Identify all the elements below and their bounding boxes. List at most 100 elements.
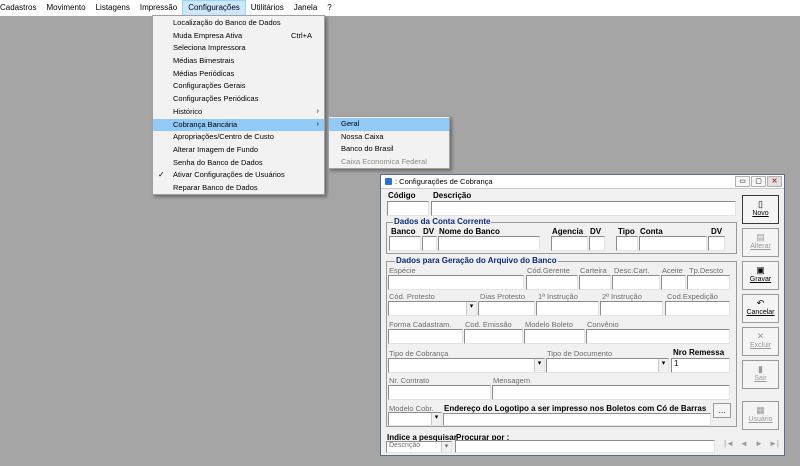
menu-item-cobranca-bancaria[interactable]: Cobrança Bancária › [153, 118, 324, 132]
convenio-label: Convênio [587, 320, 619, 329]
menu-cadastros[interactable]: Cadastros [0, 0, 41, 16]
menu-janela[interactable]: Janela [289, 0, 323, 16]
menu-item-medias-bimestrais[interactable]: Médias Bimestrais [153, 55, 324, 68]
submenu-item-banco-brasil[interactable]: Banco do Brasil [329, 143, 449, 156]
dv-banco-field[interactable] [422, 236, 437, 251]
cod-emissao-field[interactable] [464, 329, 523, 344]
configuracoes-dropdown: Localização do Banco de Dados Muda Empre… [152, 15, 325, 195]
cobranca-window: : Configurações de Cobrança ▭ ▢ ✕ Código… [380, 174, 785, 456]
desc-cart-field[interactable] [612, 275, 660, 290]
last-record-icon[interactable]: ►| [767, 438, 781, 450]
tp-descto-field[interactable] [687, 275, 730, 290]
prev-record-icon[interactable]: ◄ [737, 438, 751, 450]
codigo-field[interactable] [387, 201, 429, 216]
menu-utilitarios[interactable]: Utilitários [246, 0, 289, 16]
modelo-boleto-field[interactable] [524, 329, 585, 344]
descricao-field[interactable] [431, 201, 736, 216]
submenu-item-caixa-federal[interactable]: Caixa Economica Federal [329, 156, 449, 169]
menu-listagens[interactable]: Listagens [91, 0, 135, 16]
tp-descto-label: Tp.Descto [689, 266, 724, 275]
menu-movimento[interactable]: Movimento [41, 0, 90, 16]
cod-expedicao-field[interactable] [665, 301, 730, 316]
maximize-button[interactable]: ▢ [751, 176, 766, 187]
dias-protesto-label: Dias Protesto [480, 292, 526, 301]
menu-impressao[interactable]: Impressão [135, 0, 182, 16]
menu-item-config-periodicas[interactable]: Configurações Periódicas [153, 93, 324, 106]
menu-item-historico[interactable]: Histórico › [153, 106, 324, 119]
first-record-icon[interactable]: |◄ [722, 438, 736, 450]
undo-icon: ↶ [756, 298, 765, 308]
instrucao2-field[interactable] [600, 301, 663, 316]
usuario-button[interactable]: ▦ Usuário [742, 401, 779, 430]
banco-label: Banco [391, 227, 416, 236]
excluir-button[interactable]: ✕ Excluir [742, 327, 779, 356]
menu-item-label: Apropriações/Centro de Custo [173, 132, 274, 142]
indice-select[interactable]: Descrição [386, 441, 452, 453]
forma-cadastram-field[interactable] [388, 329, 463, 344]
sair-button[interactable]: ▮ Sair [742, 360, 779, 389]
cod-protesto-label: Cód. Protesto [389, 292, 435, 301]
logotipo-field[interactable] [443, 413, 711, 426]
procurar-field[interactable] [455, 440, 715, 453]
aceite-field[interactable] [661, 275, 686, 290]
arquivo-banco-heading: Dados para Geração do Arquivo do Banco [395, 256, 558, 265]
sair-label: Sair [754, 375, 767, 382]
gravar-button[interactable]: ▣ Gravar [742, 261, 779, 290]
dv-conta-field[interactable] [708, 236, 725, 251]
especie-field[interactable] [388, 275, 524, 290]
tipo-field[interactable] [616, 236, 638, 251]
cancelar-button[interactable]: ↶ Cancelar [742, 294, 779, 323]
title-bar: : Configurações de Cobrança ▭ ▢ ✕ [381, 175, 784, 189]
novo-button[interactable]: ▯ Novo [742, 195, 779, 224]
mensagem-field[interactable] [492, 385, 730, 400]
instrucao1-field[interactable] [536, 301, 599, 316]
alterar-button[interactable]: ▤ Alterar [742, 228, 779, 257]
tipo-cobranca-select[interactable] [388, 358, 545, 373]
menu-help[interactable]: ? [322, 0, 336, 16]
nr-contrato-field[interactable] [388, 385, 491, 400]
convenio-field[interactable] [586, 329, 730, 344]
cod-gerente-field[interactable] [526, 275, 578, 290]
tipo-documento-select[interactable] [546, 358, 669, 373]
menu-item-muda-empresa[interactable]: Muda Empresa Ativa Ctrl+A [153, 30, 324, 43]
close-button[interactable]: ✕ [767, 176, 782, 187]
carteira-field[interactable] [579, 275, 611, 290]
menu-item-ativar-config-usuarios[interactable]: ✓ Ativar Configurações de Usuários [153, 169, 324, 182]
conta-field[interactable] [639, 236, 707, 251]
logotipo-label: Endereço do Logotipo a ser impresso nos … [444, 404, 707, 413]
next-record-icon[interactable]: ► [752, 438, 766, 450]
menu-item-label: Médias Periódicas [173, 68, 235, 78]
modelo-boleto-label: Modelo Boleto [525, 320, 573, 329]
dias-protesto-field[interactable] [478, 301, 535, 316]
codigo-label: Código [388, 191, 416, 200]
minimize-button[interactable]: ▭ [735, 176, 750, 187]
tipo-label: Tipo [618, 227, 635, 236]
menu-item-reparar[interactable]: Reparar Banco de Dados [153, 182, 324, 195]
menu-item-senha[interactable]: Senha do Banco de Dados [153, 157, 324, 170]
nome-banco-field[interactable] [438, 236, 540, 251]
menu-item-label: Alterar Imagem de Fundo [173, 144, 259, 154]
menu-item-config-gerais[interactable]: Configurações Gerais [153, 80, 324, 93]
menu-item-alterar-imagem[interactable]: Alterar Imagem de Fundo [153, 144, 324, 157]
menu-item-label: Configurações Periódicas [173, 94, 259, 104]
cancelar-label: Cancelar [746, 309, 775, 316]
agencia-field[interactable] [551, 236, 588, 251]
cod-protesto-select[interactable] [388, 301, 477, 316]
menu-item-medias-periodicas[interactable]: Médias Periódicas [153, 68, 324, 81]
nro-remessa-field[interactable]: 1 [671, 358, 730, 373]
banco-field[interactable] [389, 236, 421, 251]
menu-configuracoes[interactable]: Configurações [182, 0, 246, 16]
menu-item-seleciona-impressora[interactable]: Seleciona Impressora [153, 42, 324, 55]
menu-item-apropriacoes[interactable]: Apropriações/Centro de Custo [153, 131, 324, 144]
instrucao1-label: 1ª Instrução [538, 292, 578, 301]
dv-agencia-field[interactable] [589, 236, 605, 251]
submenu-item-nossa-caixa[interactable]: Nossa Caixa [329, 131, 449, 144]
browse-button[interactable]: ... [713, 403, 731, 418]
modelo-cobr-select[interactable] [388, 412, 442, 426]
submenu-item-geral[interactable]: Geral [329, 118, 449, 131]
descricao-label: Descrição [433, 191, 472, 200]
menu-item-label: Localização do Banco de Dados [173, 18, 281, 27]
menu-item-localizacao[interactable]: Localização do Banco de Dados [153, 17, 324, 30]
cod-expedicao-label: Cod.Expedição [667, 292, 718, 301]
app-icon [385, 178, 392, 185]
